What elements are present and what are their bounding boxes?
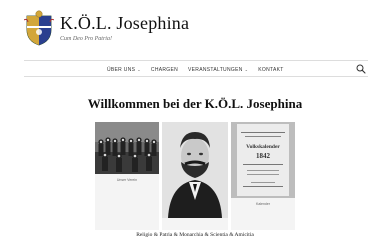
nav-item-label: VERANSTALTUNGEN [188,66,243,73]
calendar-title-text: Volkskalender [246,144,280,150]
chevron-down-icon: ⌄ [137,67,141,72]
gallery-item-group-photo[interactable]: Unser Verein [95,122,159,230]
search-icon[interactable] [356,64,366,74]
main-navigation: ÜBER UNS ⌄ CHARGEN VERANSTALTUNGEN ⌄ KON… [24,60,368,77]
nav-item-veranstaltungen[interactable]: VERANSTALTUNGEN ⌄ [183,67,253,73]
crest-logo[interactable] [24,10,54,46]
gallery-item-portrait[interactable] [162,122,228,230]
site-tagline: Cum Deo Pro Patria! [60,36,112,42]
nav-item-ueber-uns[interactable]: ÜBER UNS ⌄ [102,67,146,73]
site-header: K.Ö.L. Josephina Cum Deo Pro Patria! [0,0,390,58]
gallery-caption: Unser Verein [116,178,138,182]
nav-item-chargen[interactable]: CHARGEN [146,67,183,73]
motto-text: Religio & Patria & Monarchia & Scientia … [136,232,254,238]
portrait-image [162,122,228,218]
nav-item-label: ÜBER UNS [107,66,136,73]
image-gallery: Unser Verein Volkskalender 1842 Kalender [95,122,295,230]
page-heading: Willkommen bei der K.Ö.L. Josephina [87,96,303,111]
nav-item-label: CHARGEN [150,66,179,73]
site-title[interactable]: K.Ö.L. Josephina [60,13,189,34]
calendar-cover-image: Volkskalender 1842 [231,122,295,198]
nav-items: ÜBER UNS ⌄ CHARGEN VERANSTALTUNGEN ⌄ KON… [102,61,289,78]
group-photo-image [95,122,159,174]
gallery-caption: Kalender [255,202,270,206]
calendar-year-text: 1842 [256,152,271,160]
nav-item-kontakt[interactable]: KONTAKT [253,67,288,73]
gallery-item-calendar[interactable]: Volkskalender 1842 Kalender [231,122,295,230]
chevron-down-icon: ⌄ [244,67,249,72]
nav-item-label: KONTAKT [258,66,284,73]
